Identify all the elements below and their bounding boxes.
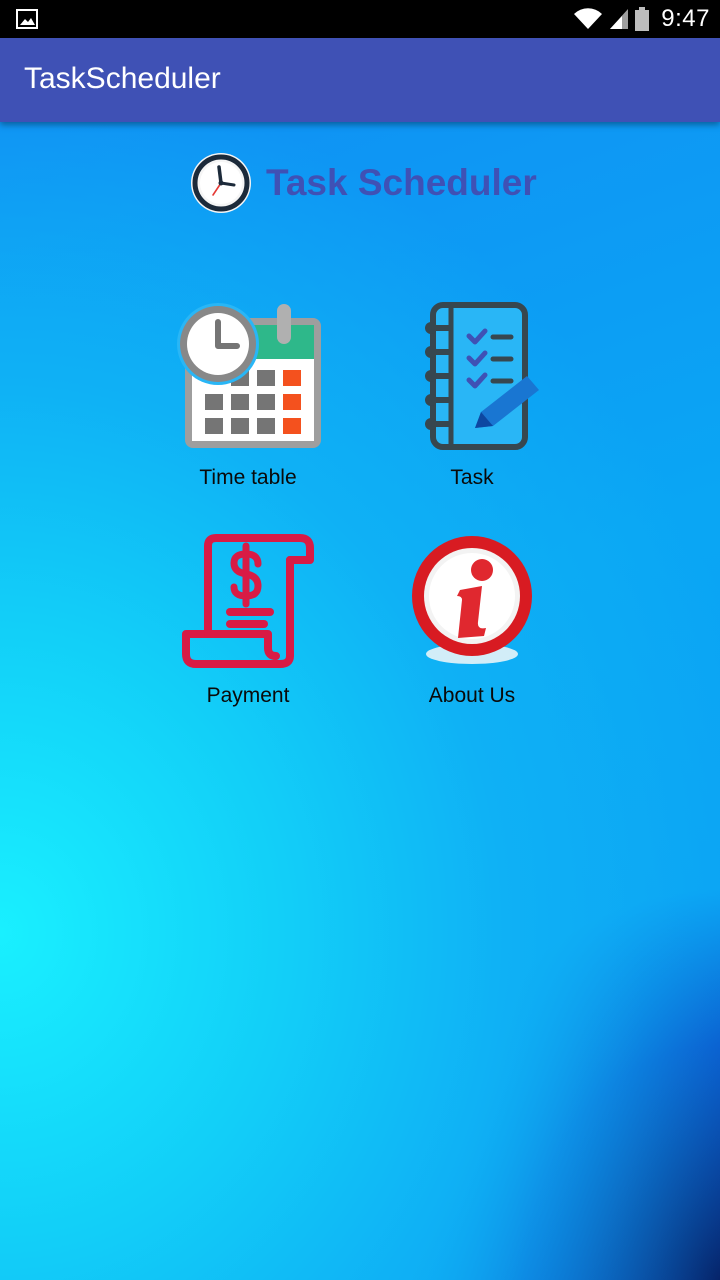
calendar-clock-icon bbox=[177, 303, 321, 448]
about-us-label: About Us bbox=[428, 684, 516, 707]
gallery-notification-icon bbox=[16, 9, 38, 29]
about-us-button[interactable]: About Us bbox=[372, 530, 572, 708]
task-button[interactable]: Task bbox=[372, 300, 572, 490]
main-content: Task Scheduler Time table Task Payment A… bbox=[0, 122, 720, 1280]
app-bar: TaskScheduler bbox=[0, 38, 720, 122]
app-title: TaskScheduler bbox=[24, 62, 221, 95]
battery-icon bbox=[635, 7, 650, 31]
header-title: Task Scheduler bbox=[266, 162, 537, 203]
clock-time: 9:47 bbox=[661, 5, 710, 32]
app-header: Task Scheduler bbox=[190, 152, 537, 214]
signal-icon bbox=[610, 9, 629, 29]
payment-label: Payment bbox=[206, 684, 290, 707]
checklist-notebook-icon bbox=[425, 302, 539, 450]
clock-icon bbox=[191, 153, 251, 213]
timetable-button[interactable]: Time table bbox=[148, 300, 348, 490]
timetable-label: Time table bbox=[199, 466, 297, 489]
status-bar: 9:47 bbox=[0, 0, 720, 38]
receipt-dollar-icon bbox=[182, 534, 314, 668]
task-label: Task bbox=[450, 466, 494, 489]
payment-button[interactable]: Payment bbox=[148, 530, 348, 708]
wifi-icon bbox=[574, 8, 603, 29]
info-icon bbox=[412, 536, 532, 664]
